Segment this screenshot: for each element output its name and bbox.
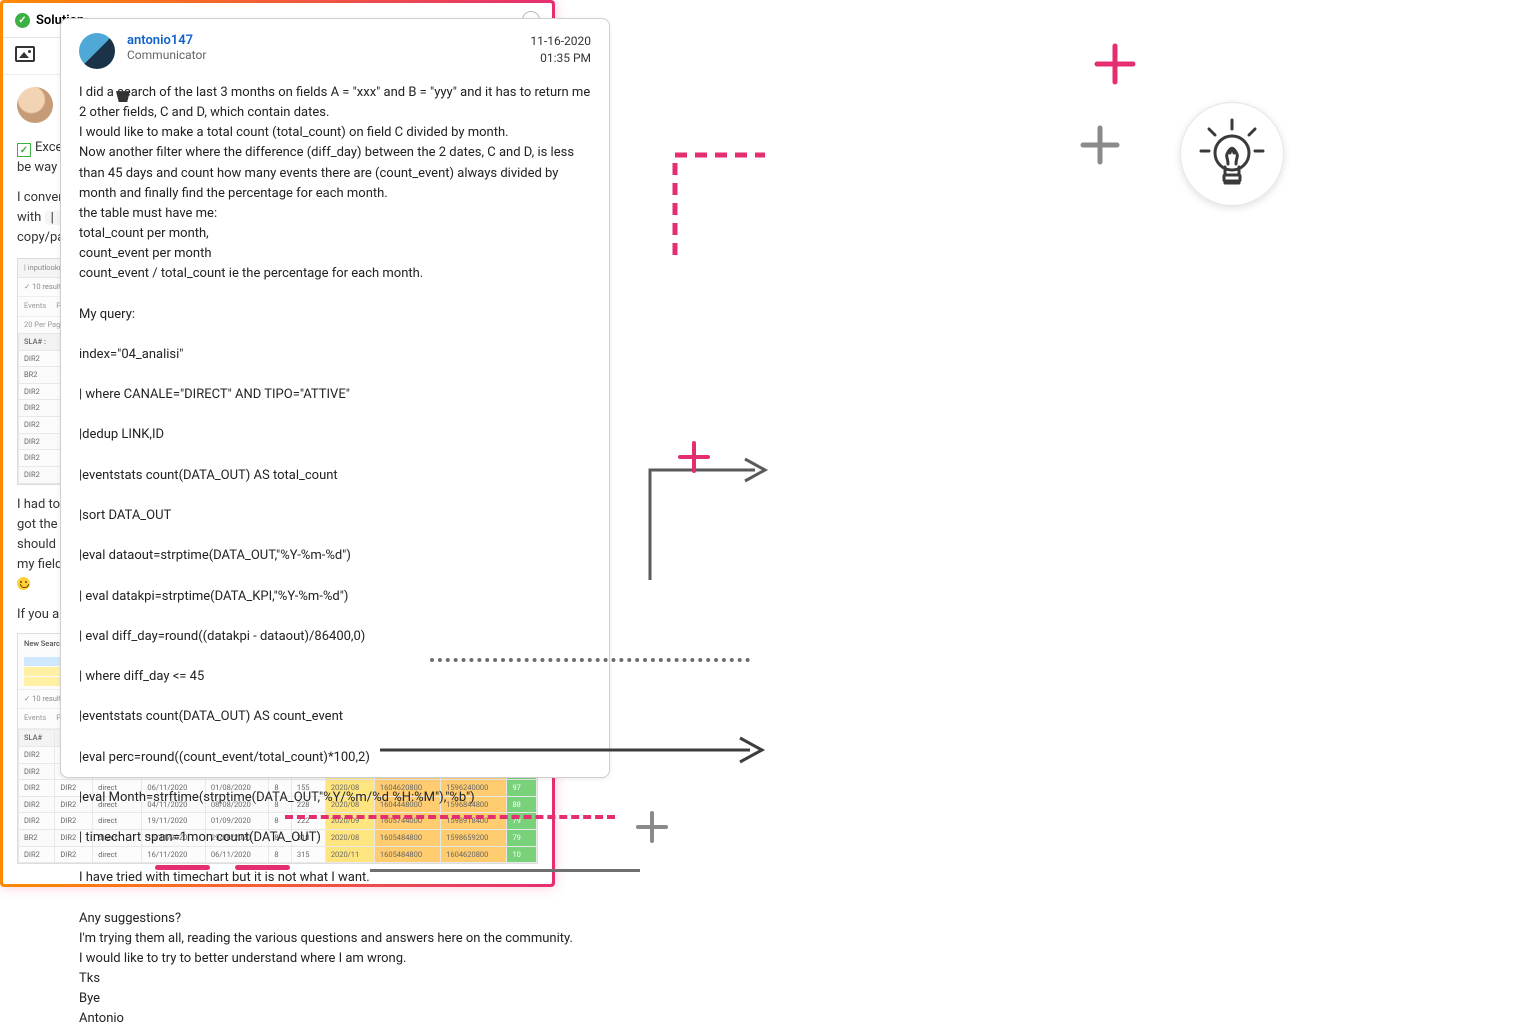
question-post: antonio147 Communicator 11-16-2020 01:35…: [60, 18, 610, 778]
author-role: Communicator: [127, 48, 530, 62]
smile-icon: [17, 577, 30, 590]
plus-icon: [1093, 42, 1137, 86]
dashed-divider: [285, 815, 615, 819]
author-link[interactable]: antonio147: [127, 33, 530, 48]
plus-icon: [635, 810, 669, 844]
timestamp: 11-16-2020 01:35 PM: [530, 33, 591, 69]
checkbox-icon: ✓: [17, 143, 31, 157]
plus-icon: [1080, 125, 1120, 165]
dashed-connector: [610, 130, 770, 260]
image-icon[interactable]: [15, 46, 35, 62]
avatar[interactable]: [17, 87, 53, 123]
plus-icon: [677, 440, 711, 474]
pink-bar: [155, 865, 210, 870]
pink-bar: [235, 865, 290, 870]
question-header: antonio147 Communicator 11-16-2020 01:35…: [79, 33, 591, 69]
check-icon: ✓: [15, 13, 30, 28]
question-body: I did a search of the last 3 months on f…: [79, 83, 591, 1030]
avatar[interactable]: [79, 33, 115, 69]
idea-lightbulb-icon: [1180, 102, 1284, 206]
solid-divider: [370, 869, 640, 872]
dotted-divider: [430, 658, 750, 662]
